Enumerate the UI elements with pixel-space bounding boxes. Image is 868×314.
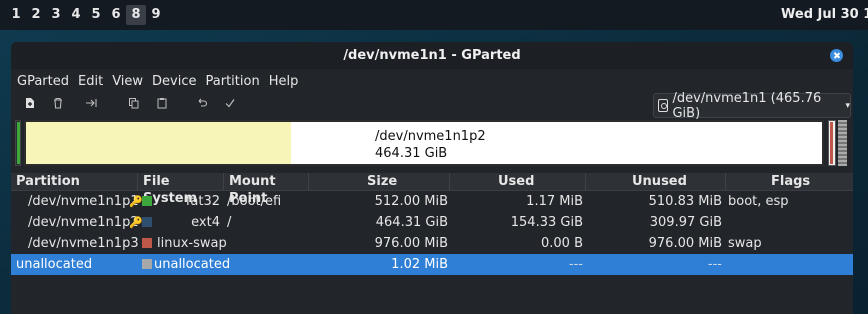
cell-filesystem: unallocated bbox=[154, 257, 231, 272]
diskmap-unallocated[interactable] bbox=[838, 120, 847, 166]
table-row[interactable]: /dev/nvme1n1p1 🔑 fat32 /boot/efi 512.00 … bbox=[11, 191, 853, 212]
cell-size: 1.02 MiB bbox=[391, 257, 448, 272]
cell-flags: boot, esp bbox=[728, 194, 789, 209]
cell-unused: 510.83 MiB bbox=[648, 194, 722, 209]
header-used[interactable]: Used bbox=[450, 173, 586, 190]
workspace-switcher: 1 2 3 4 5 6 8 9 bbox=[0, 5, 166, 25]
cell-flags: swap bbox=[728, 236, 762, 251]
cell-mountpoint: / bbox=[227, 215, 232, 230]
menu-edit[interactable]: Edit bbox=[78, 74, 103, 89]
resize-move-icon[interactable] bbox=[85, 97, 99, 111]
menu-help[interactable]: Help bbox=[269, 74, 299, 89]
cell-unused: 309.97 GiB bbox=[649, 215, 722, 230]
copy-icon[interactable] bbox=[127, 97, 141, 111]
cell-partition: unallocated bbox=[16, 257, 93, 272]
clock[interactable]: Wed Jul 30 12 bbox=[781, 0, 868, 30]
chevron-down-icon: ▾ bbox=[845, 100, 850, 111]
header-partition[interactable]: Partition bbox=[11, 173, 138, 190]
table-header: Partition File System Mount Point Size U… bbox=[11, 173, 853, 206]
menu-device[interactable]: Device bbox=[152, 74, 196, 89]
cell-partition: /dev/nvme1n1p1 bbox=[28, 194, 139, 209]
workspace-9[interactable]: 9 bbox=[146, 5, 166, 25]
title-bar[interactable]: /dev/nvme1n1 - GParted bbox=[11, 42, 853, 69]
workspace-1[interactable]: 1 bbox=[6, 5, 26, 25]
cell-size: 512.00 MiB bbox=[374, 194, 448, 209]
header-size[interactable]: Size bbox=[309, 173, 450, 190]
cell-filesystem: fat32 bbox=[185, 194, 220, 209]
table-row-selected[interactable]: unallocated unallocated 1.02 MiB --- --- bbox=[11, 254, 853, 275]
disk-map: /dev/nvme1n1p2 464.31 GiB bbox=[15, 120, 851, 168]
diskmap-label-size: 464.31 GiB bbox=[375, 146, 448, 161]
partition-table: Partition File System Mount Point Size U… bbox=[11, 173, 853, 275]
lock-icon: 🔑 bbox=[129, 195, 143, 208]
used-space-fill bbox=[26, 122, 292, 164]
menu-gparted[interactable]: GParted bbox=[17, 74, 69, 89]
header-mountpoint[interactable]: Mount Point bbox=[224, 173, 309, 206]
table-row[interactable]: /dev/nvme1n1p2 🔑 ext4 / 464.31 GiB 154.3… bbox=[11, 212, 853, 233]
new-icon[interactable] bbox=[23, 97, 37, 111]
cell-partition: /dev/nvme1n1p2 bbox=[28, 215, 139, 230]
cell-used: 154.33 GiB bbox=[510, 215, 583, 230]
close-icon[interactable] bbox=[830, 49, 843, 62]
cell-unused: 976.00 MiB bbox=[648, 236, 722, 251]
cell-filesystem: linux-swap bbox=[157, 236, 227, 251]
diskmap-partition-p1[interactable] bbox=[15, 120, 21, 166]
cell-unused: --- bbox=[707, 257, 722, 272]
cell-mountpoint: /boot/efi bbox=[227, 194, 282, 209]
menu-view[interactable]: View bbox=[112, 74, 143, 89]
disk-icon bbox=[658, 99, 669, 112]
workspace-5[interactable]: 5 bbox=[86, 5, 106, 25]
delete-icon[interactable] bbox=[51, 97, 65, 111]
cell-size: 464.31 GiB bbox=[375, 215, 448, 230]
workspace-8-active[interactable]: 8 bbox=[126, 5, 146, 25]
cell-used: --- bbox=[568, 257, 583, 272]
menu-bar: GParted Edit View Device Partition Help bbox=[11, 69, 853, 93]
fs-color-swatch bbox=[142, 217, 152, 227]
cell-used: 1.17 MiB bbox=[526, 194, 583, 209]
fs-color-swatch bbox=[142, 238, 152, 248]
header-unused[interactable]: Unused bbox=[586, 173, 726, 190]
workspace-4[interactable]: 4 bbox=[66, 5, 86, 25]
cell-filesystem: ext4 bbox=[191, 215, 220, 230]
diskmap-partition-p2[interactable]: /dev/nvme1n1p2 464.31 GiB bbox=[24, 120, 824, 166]
undo-icon[interactable] bbox=[195, 97, 209, 111]
device-selector-label: /dev/nvme1n1 (465.76 GiB) bbox=[672, 90, 822, 121]
gparted-window: /dev/nvme1n1 - GParted GParted Edit View… bbox=[11, 42, 853, 314]
apply-icon[interactable] bbox=[223, 97, 237, 111]
workspace-2[interactable]: 2 bbox=[26, 5, 46, 25]
toolbar: /dev/nvme1n1 (465.76 GiB) ▾ bbox=[11, 90, 853, 121]
workspace-6[interactable]: 6 bbox=[106, 5, 126, 25]
diskmap-label: /dev/nvme1n1p2 464.31 GiB bbox=[375, 128, 486, 162]
header-filesystem[interactable]: File System bbox=[138, 173, 224, 206]
fs-color-swatch bbox=[142, 196, 152, 206]
diskmap-label-name: /dev/nvme1n1p2 bbox=[375, 129, 486, 144]
diskmap-partition-p3[interactable] bbox=[828, 120, 836, 166]
fs-color-swatch bbox=[142, 259, 152, 269]
cell-partition: /dev/nvme1n1p3 bbox=[28, 236, 139, 251]
top-panel: 1 2 3 4 5 6 8 9 Wed Jul 30 12 bbox=[0, 0, 868, 30]
cell-used: 0.00 B bbox=[541, 236, 583, 251]
cell-size: 976.00 MiB bbox=[374, 236, 448, 251]
paste-icon[interactable] bbox=[155, 97, 169, 111]
header-flags[interactable]: Flags bbox=[726, 173, 853, 190]
device-selector[interactable]: /dev/nvme1n1 (465.76 GiB) ▾ bbox=[653, 90, 851, 121]
workspace-3[interactable]: 3 bbox=[46, 5, 66, 25]
table-row[interactable]: /dev/nvme1n1p3 linux-swap 976.00 MiB 0.0… bbox=[11, 233, 853, 254]
window-title: /dev/nvme1n1 - GParted bbox=[343, 48, 521, 63]
menu-partition[interactable]: Partition bbox=[206, 74, 260, 89]
lock-icon: 🔑 bbox=[129, 216, 143, 229]
